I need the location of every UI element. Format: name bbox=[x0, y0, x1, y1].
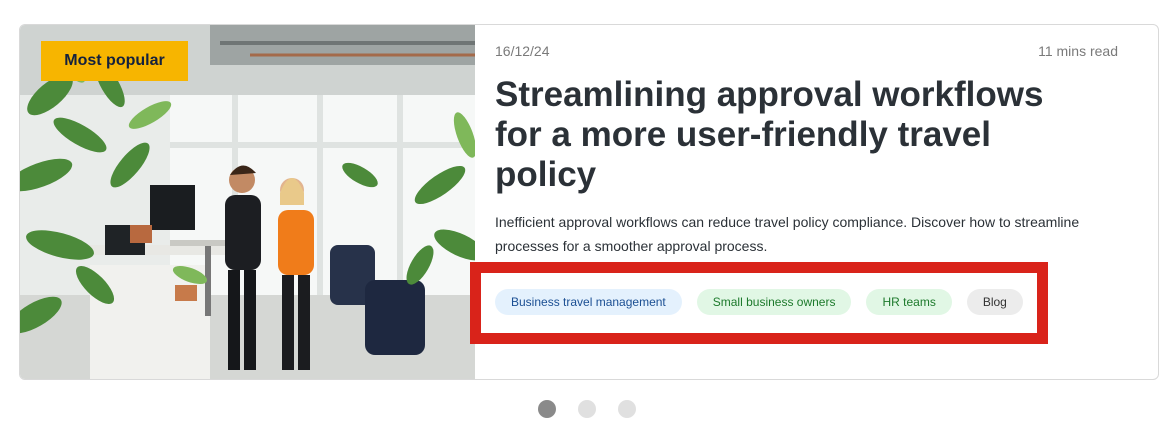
article-title[interactable]: Streamlining approval workflows for a mo… bbox=[495, 75, 1075, 195]
tag-blog[interactable]: Blog bbox=[966, 289, 1023, 315]
carousel-pagination bbox=[538, 400, 636, 418]
most-popular-badge: Most popular bbox=[41, 41, 188, 81]
carousel-dot-2[interactable] bbox=[578, 400, 596, 418]
article-image[interactable]: Most popular bbox=[20, 25, 475, 379]
tag-small-business-owners[interactable]: Small business owners bbox=[696, 289, 852, 315]
carousel-dot-1[interactable] bbox=[538, 400, 556, 418]
tag-list: Business travel management Small busines… bbox=[495, 289, 1023, 315]
carousel-dot-3[interactable] bbox=[618, 400, 636, 418]
tag-business-travel-management[interactable]: Business travel management bbox=[495, 289, 682, 315]
read-time: 11 mins read bbox=[1038, 43, 1118, 59]
article-description: Inefficient approval workflows can reduc… bbox=[495, 214, 1080, 254]
article-date: 16/12/24 bbox=[495, 43, 550, 59]
tag-hr-teams[interactable]: HR teams bbox=[866, 289, 952, 315]
